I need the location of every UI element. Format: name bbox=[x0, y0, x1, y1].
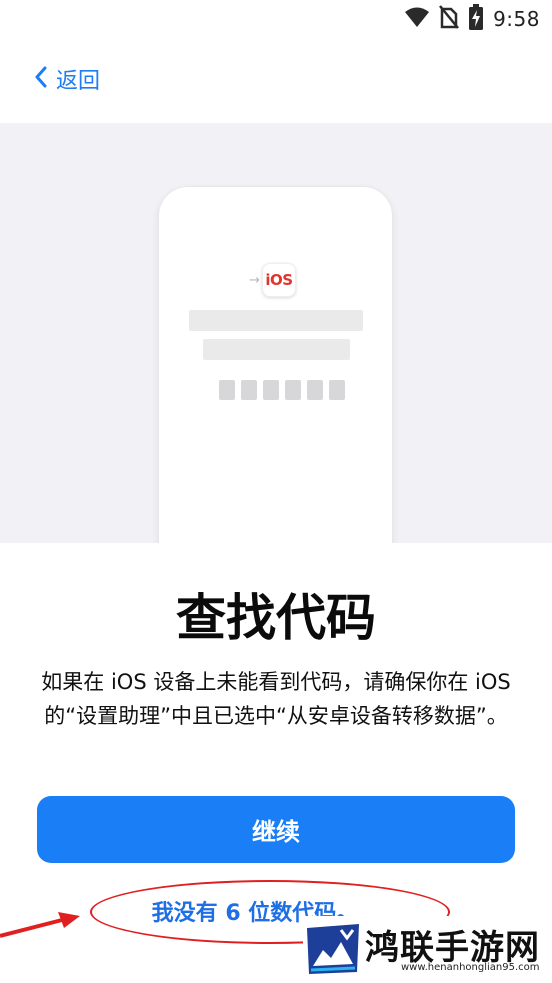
ios-logo-text: iOS bbox=[265, 271, 293, 289]
battery-charging-icon bbox=[468, 4, 484, 34]
description-text: 如果在 iOS 设备上未能看到代码，请确保你在 iOS 的“设置助理”中且已选中… bbox=[41, 670, 511, 728]
status-time: 9:58 bbox=[493, 7, 540, 31]
placeholder-line bbox=[189, 310, 363, 331]
status-icons: 9:58 bbox=[404, 4, 540, 34]
code-placeholder-boxes bbox=[219, 380, 345, 400]
chevron-left-icon bbox=[34, 66, 48, 92]
code-box bbox=[219, 380, 235, 400]
move-to-ios-logo: iOS bbox=[262, 263, 296, 297]
code-box bbox=[285, 380, 301, 400]
phone-illustration: → iOS bbox=[158, 186, 393, 543]
code-box bbox=[307, 380, 323, 400]
code-box bbox=[263, 380, 279, 400]
annotation-arrow-icon bbox=[0, 912, 80, 938]
back-button[interactable]: 返回 bbox=[34, 62, 100, 96]
illustration: → iOS bbox=[0, 123, 552, 543]
watermark: 鸿联手游网 www.henanhonglian95.com bbox=[303, 916, 552, 983]
wifi-icon bbox=[404, 6, 430, 32]
watermark-url: www.henanhonglian95.com bbox=[401, 962, 540, 973]
back-label: 返回 bbox=[56, 69, 101, 94]
code-box bbox=[241, 380, 257, 400]
page-title: 查找代码 bbox=[176, 589, 376, 647]
code-box bbox=[329, 380, 345, 400]
continue-label: 继续 bbox=[252, 818, 300, 846]
arrow-right-icon: → bbox=[249, 273, 260, 288]
status-bar: 9:58 bbox=[0, 0, 552, 38]
placeholder-line bbox=[203, 339, 350, 360]
deer-logo-icon bbox=[303, 920, 363, 978]
continue-button[interactable]: 继续 bbox=[37, 796, 515, 863]
no-sim-icon bbox=[439, 5, 460, 33]
